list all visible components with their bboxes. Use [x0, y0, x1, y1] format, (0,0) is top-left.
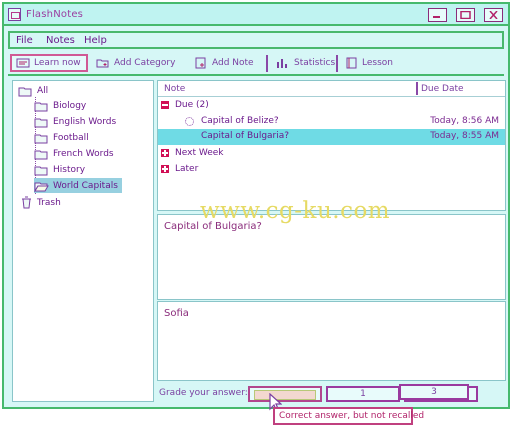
- tree-label: Biology: [53, 100, 87, 111]
- tree-label: Football: [53, 132, 89, 143]
- tree-label: Trash: [37, 197, 61, 208]
- watermark-text: www.cg-ku.com: [200, 198, 391, 224]
- grade-3-button[interactable]: 3: [399, 384, 469, 400]
- answer-panel[interactable]: Sofia: [157, 301, 506, 381]
- folder-icon: [34, 134, 48, 143]
- group-row-later[interactable]: Later: [158, 162, 505, 178]
- folder-icon: [34, 102, 48, 111]
- card-row-selected[interactable]: Capital of Bulgaria? Today, 8:55 AM: [158, 129, 505, 145]
- group-row-next-week[interactable]: Next Week: [158, 146, 505, 162]
- card-due-date: Today, 8:56 AM: [430, 116, 499, 126]
- folder-icon: [34, 150, 48, 159]
- lesson-button[interactable]: Lesson: [342, 54, 397, 72]
- grade-tooltip: Correct answer, but not recalled: [273, 407, 424, 425]
- minimize-button[interactable]: [428, 8, 447, 22]
- trash-icon: [22, 196, 31, 209]
- tree-item-biology[interactable]: Biology: [34, 98, 86, 113]
- tree-label: History: [53, 164, 86, 175]
- collapse-icon[interactable]: [161, 101, 169, 109]
- tree-item-english-words[interactable]: English Words: [34, 114, 116, 129]
- chart-icon: [277, 59, 287, 68]
- learn-label: Learn now: [34, 58, 81, 68]
- menu-notes[interactable]: Notes: [46, 35, 75, 46]
- menu-help[interactable]: Help: [84, 35, 107, 46]
- list-header: Note Due Date: [158, 81, 505, 97]
- lesson-label: Lesson: [362, 58, 393, 68]
- maximize-button[interactable]: [456, 8, 475, 22]
- minimize-icon: [433, 16, 440, 18]
- tree-label: French Words: [53, 148, 114, 159]
- tree-item-french-words[interactable]: French Words: [34, 146, 114, 161]
- learn-icon: [16, 58, 30, 68]
- tree-label: World Capitals: [53, 180, 118, 191]
- tree-item-history[interactable]: History: [34, 162, 85, 177]
- card-status-icon: [185, 117, 194, 126]
- note-add-icon: [195, 57, 206, 69]
- expand-icon[interactable]: [161, 149, 169, 157]
- tree-label: All: [37, 85, 49, 96]
- add-category-label: Add Category: [114, 58, 176, 68]
- question-panel[interactable]: Capital of Bulgaria?: [157, 214, 506, 300]
- card-text: Capital of Belize?: [201, 116, 279, 126]
- card-due-date: Today, 8:55 AM: [430, 131, 499, 141]
- toolbar-separator: [266, 55, 268, 72]
- close-icon: [489, 11, 498, 19]
- grade-1-button[interactable]: 1: [326, 386, 400, 402]
- statistics-button[interactable]: Statistics: [272, 54, 339, 72]
- column-note[interactable]: Note: [164, 84, 185, 94]
- learn-button[interactable]: Learn now: [10, 54, 88, 72]
- close-button[interactable]: [484, 8, 503, 22]
- group-row-due[interactable]: Due (2): [158, 98, 505, 114]
- column-due-date[interactable]: Due Date: [421, 84, 464, 94]
- tree-item-world-capitals[interactable]: World Capitals: [34, 178, 122, 193]
- grade-0-button[interactable]: [248, 386, 322, 402]
- card-text: Capital of Bulgaria?: [201, 131, 290, 141]
- tree-item-all[interactable]: All: [18, 83, 48, 98]
- toolbar: Learn now Add Category Add Note Statisti…: [8, 52, 504, 76]
- folder-icon: [34, 166, 48, 175]
- app-icon: [8, 8, 21, 21]
- menu-file[interactable]: File: [16, 35, 33, 46]
- expand-icon[interactable]: [161, 165, 169, 173]
- card-row[interactable]: Capital of Belize? Today, 8:56 AM: [158, 114, 505, 130]
- folder-open-icon: [34, 182, 49, 192]
- statistics-label: Statistics: [294, 58, 336, 68]
- tree-item-trash[interactable]: Trash: [20, 195, 61, 210]
- folder-icon: [34, 118, 48, 127]
- grade-label: Grade your answer:: [159, 388, 248, 398]
- folder-icon: [18, 87, 32, 96]
- maximize-icon: [460, 11, 471, 19]
- category-tree: All Biology English Words Football Frenc…: [12, 80, 154, 402]
- book-icon: [346, 57, 357, 69]
- add-note-button[interactable]: Add Note: [190, 54, 258, 72]
- window-title: FlashNotes: [26, 9, 84, 20]
- column-divider[interactable]: [416, 82, 418, 95]
- folder-add-icon: [96, 59, 109, 68]
- tree-label: English Words: [53, 116, 117, 127]
- answer-text: Sofia: [164, 308, 189, 319]
- card-list: Note Due Date Due (2) Capital of Belize?…: [157, 80, 506, 211]
- tree-item-football[interactable]: Football: [34, 130, 89, 145]
- group-label: Due (2): [175, 100, 209, 110]
- group-label: Next Week: [175, 148, 224, 158]
- title-bar: FlashNotes: [4, 4, 508, 26]
- group-label: Later: [175, 164, 199, 174]
- toolbar-separator: [336, 55, 338, 72]
- menu-bar: File Notes Help: [8, 31, 504, 49]
- add-category-button[interactable]: Add Category: [92, 54, 179, 72]
- add-note-label: Add Note: [212, 58, 254, 68]
